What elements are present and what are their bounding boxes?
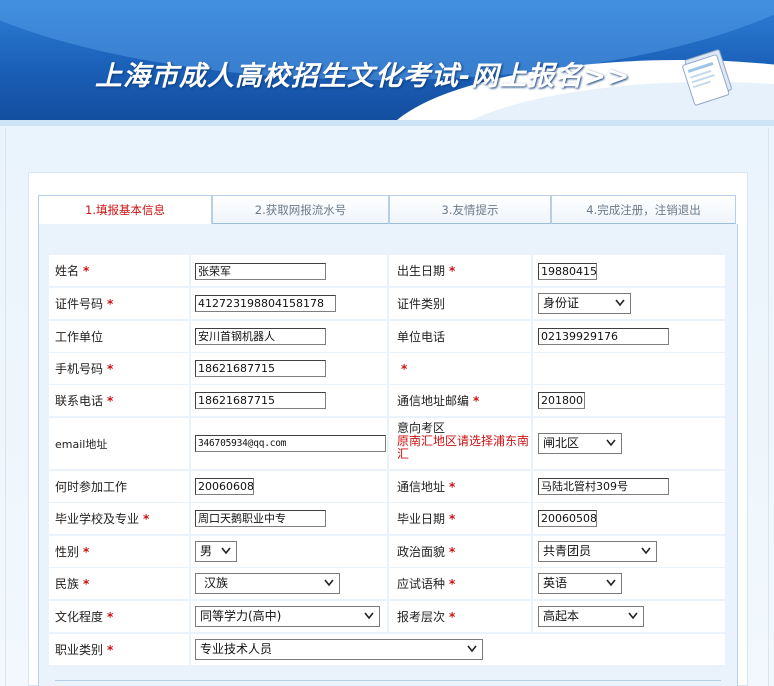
exam-language-label: 应试语种 * [397, 576, 456, 592]
apply-level-select[interactable]: 高起本 [538, 606, 644, 627]
id-number-input[interactable]: 412723198804158178 [195, 295, 336, 312]
contact-phone-input[interactable]: 18621687715 [195, 392, 326, 409]
employer-label: 工作单位 [55, 330, 104, 344]
email-label: email地址 [55, 437, 108, 451]
gender-select[interactable]: 男 [195, 541, 237, 562]
form-row-school: 毕业学校及专业 * 毕业日期 * [49, 503, 725, 534]
name-label: 姓名 * [55, 263, 90, 279]
grad-date-input[interactable]: 20060508 [538, 510, 597, 527]
chevron-down-icon [641, 547, 651, 555]
contact-phone-label: 联系电话 * [55, 393, 114, 409]
chevron-down-icon [364, 612, 374, 620]
id-type-select[interactable]: 身份证 [538, 293, 631, 314]
address-input[interactable]: 马陆北管村309号 [538, 478, 669, 495]
tab-step-2[interactable]: 2.获取网报流水号 [212, 195, 389, 224]
occupation-select[interactable]: 专业技术人员 [195, 639, 483, 660]
work-start-input[interactable]: 20060608 [195, 478, 254, 495]
form-row-mobile: 手机号码 * * [49, 353, 725, 384]
email-input[interactable]: 346705934@qq.com [195, 435, 386, 452]
header-banner: 上海市成人高校招生文化考试-网上报名>> [0, 0, 774, 126]
chevron-down-icon [628, 612, 638, 620]
work-start-label: 何时参加工作 [55, 480, 128, 494]
address-label: 通信地址 * [397, 479, 456, 495]
education-label: 文化程度 * [55, 609, 114, 625]
form-row-name: 姓名 * 出生日期 * [49, 255, 725, 286]
form-row-ethnicity: 民族 * 应试语种 * [49, 568, 725, 599]
employer-phone-input[interactable]: 02139929176 [538, 328, 669, 345]
school-major-label: 毕业学校及专业 * [55, 511, 150, 527]
political-label: 政治面貌 * [397, 544, 456, 560]
page-title: 上海市成人高校招生文化考试-网上报名>> [95, 61, 631, 92]
step-tabs: 1.填报基本信息 2.获取网报流水号 3.友情提示 4.完成注册，注销退出 [38, 195, 738, 225]
documents-icon [682, 49, 732, 106]
birth-date-label: 出生日期 * [397, 263, 456, 279]
apply-level-label: 报考层次 * [397, 609, 456, 625]
postcode-input[interactable]: 201800 [538, 392, 585, 409]
occupation-label: 职业类别 * [55, 642, 114, 658]
gender-label: 性别 * [55, 544, 90, 560]
employer-phone-label: 单位电话 [397, 330, 446, 344]
exam-district-hint: 原南汇地区请选择浦东南汇 [397, 434, 530, 461]
birth-date-input[interactable]: 19880415 [538, 263, 597, 280]
exam-district-label: 意向考区 原南汇地区请选择浦东南汇 [397, 421, 530, 461]
chevron-down-icon [606, 579, 616, 587]
form-row-email: email地址 意向考区 原南汇地区请选择浦东南汇 [49, 418, 725, 469]
ethnicity-select[interactable]: 汉族 [195, 573, 340, 594]
tab-step-4[interactable]: 4.完成注册，注销退出 [551, 195, 736, 224]
chevron-down-icon [467, 645, 477, 653]
grad-date-label: 毕业日期 * [397, 511, 456, 527]
mobile-input[interactable]: 18621687715 [195, 360, 326, 377]
form-row-contact: 联系电话 * 通信地址邮编 * [49, 385, 725, 416]
school-major-input[interactable]: 周口天鹅职业中专 [195, 510, 326, 527]
chevron-down-icon [615, 299, 625, 307]
political-select[interactable]: 共青团员 [538, 541, 657, 562]
id-type-label: 证件类别 [397, 297, 446, 311]
name-input[interactable]: 张荣军 [195, 263, 326, 280]
chevron-down-icon [324, 579, 334, 587]
chevron-down-icon [221, 547, 231, 555]
form-bottom-divider [55, 680, 721, 681]
tab-step-3[interactable]: 3.友情提示 [389, 195, 551, 224]
education-select[interactable]: 同等学力(高中) [195, 606, 380, 627]
chevron-down-icon [606, 439, 616, 447]
postcode-label: 通信地址邮编 * [397, 393, 480, 409]
unlabeled-required-label: * [401, 361, 408, 376]
ethnicity-label: 民族 * [55, 576, 90, 592]
exam-district-select[interactable]: 闸北区 [538, 433, 622, 454]
employer-input[interactable]: 安川首钢机器人 [195, 328, 326, 345]
tab-step-1[interactable]: 1.填报基本信息 [38, 195, 212, 225]
mobile-label: 手机号码 * [55, 361, 114, 377]
id-number-label: 证件号码 * [55, 296, 114, 312]
exam-language-select[interactable]: 英语 [538, 573, 622, 594]
